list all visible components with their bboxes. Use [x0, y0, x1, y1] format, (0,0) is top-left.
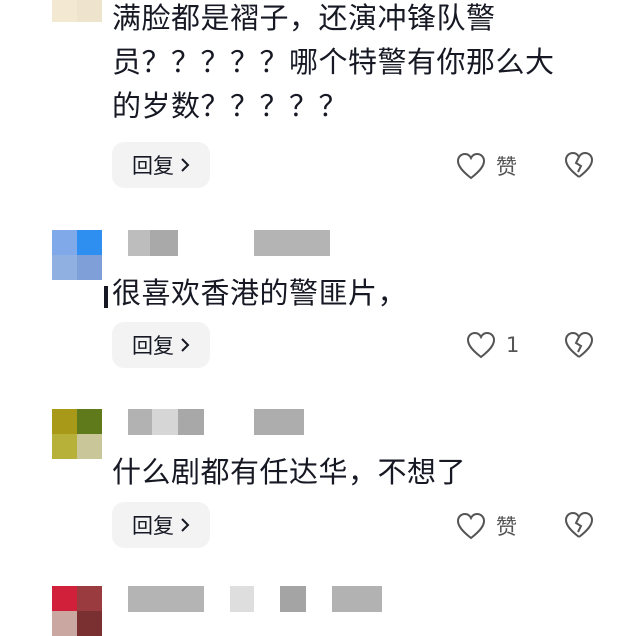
avatar-pixel: [77, 0, 102, 22]
comment-text: 什么剧都有任达华，不想了: [112, 455, 467, 489]
heart-outline-icon: [456, 152, 486, 180]
reply-button[interactable]: 回复: [112, 502, 210, 548]
reply-label: 回复: [132, 514, 174, 538]
avatar-pixel: [77, 230, 102, 255]
avatar[interactable]: [52, 230, 102, 280]
avatar-pixel: [77, 434, 102, 459]
like-button[interactable]: 赞: [456, 151, 517, 181]
like-count: 1: [506, 333, 520, 357]
avatar[interactable]: [52, 409, 102, 459]
avatar-pixel: [52, 0, 77, 22]
broken-heart-icon[interactable]: [564, 151, 594, 179]
like-label: 赞: [496, 515, 517, 539]
avatar-pixel: [52, 255, 77, 280]
like-button[interactable]: 1: [466, 331, 519, 359]
avatar-pixel: [52, 230, 77, 255]
comment-text: 满脸都是褶子，还演冲锋队警 员？？？？？哪个特警有你那么大 的岁数？？？？？: [112, 1, 555, 123]
reply-label: 回复: [132, 154, 174, 178]
avatar-pixel: [52, 409, 77, 434]
chevron-right-icon: [181, 158, 190, 172]
text-cursor: [104, 286, 108, 308]
avatar-pixel: [52, 586, 77, 611]
avatar-pixel: [52, 434, 77, 459]
avatar[interactable]: [52, 586, 102, 636]
broken-heart-icon[interactable]: [564, 331, 594, 359]
reply-button[interactable]: 回复: [112, 322, 210, 368]
avatar-pixel: [77, 409, 102, 434]
avatar-pixel: [77, 611, 102, 636]
like-button[interactable]: 赞: [456, 511, 517, 541]
heart-outline-icon: [456, 512, 486, 540]
broken-heart-icon[interactable]: [564, 511, 594, 539]
avatar-pixel: [77, 255, 102, 280]
avatar[interactable]: [52, 0, 102, 22]
avatar-pixel: [52, 611, 77, 636]
reply-button[interactable]: 回复: [112, 142, 210, 188]
chevron-right-icon: [181, 518, 190, 532]
avatar-pixel: [77, 586, 102, 611]
like-label: 赞: [496, 155, 517, 179]
heart-outline-icon: [466, 331, 496, 359]
comment-text: 很喜欢香港的警匪片，: [112, 276, 408, 310]
reply-label: 回复: [132, 334, 174, 358]
chevron-right-icon: [181, 338, 190, 352]
